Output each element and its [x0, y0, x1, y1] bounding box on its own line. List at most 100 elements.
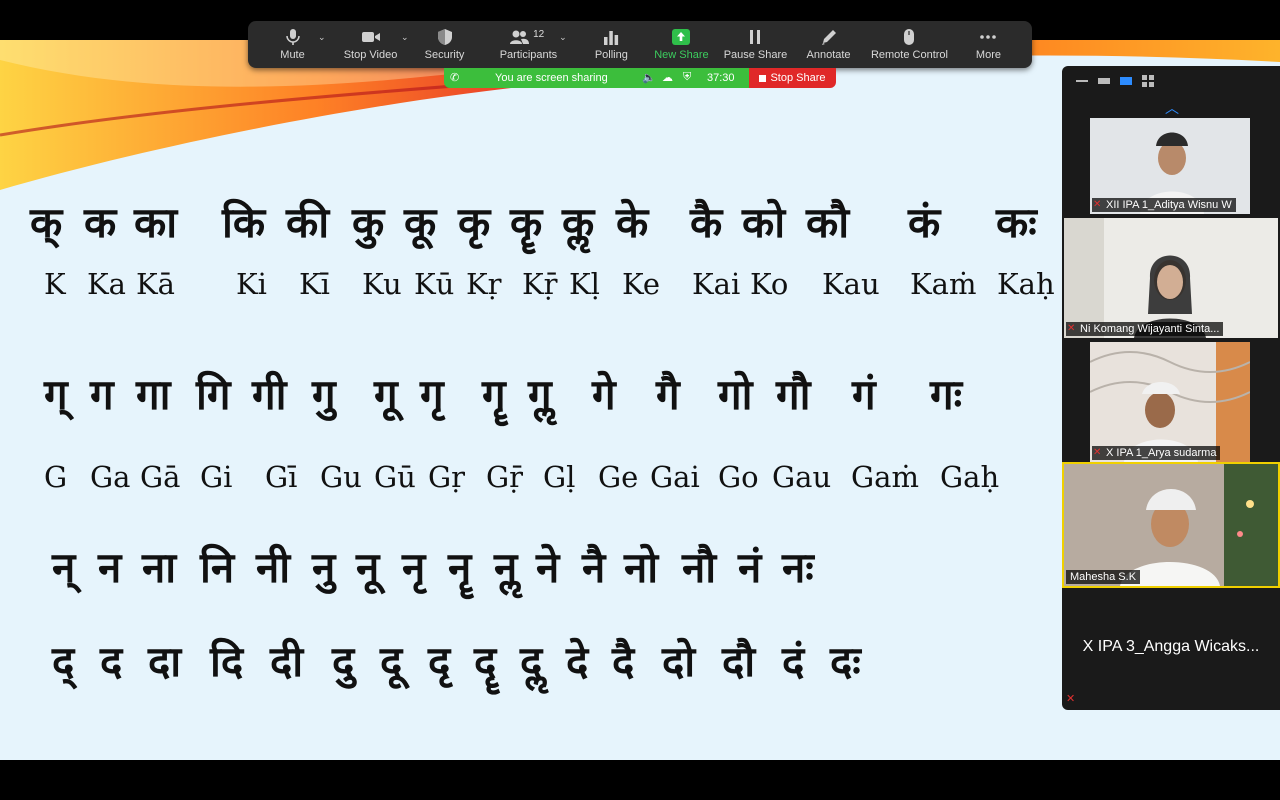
- transliteration: Ka: [87, 267, 126, 301]
- speaker-view-icon[interactable]: [1120, 77, 1132, 85]
- syllable: ग्: [44, 370, 68, 419]
- transliteration: Gṛ: [428, 460, 466, 494]
- syllable: कु: [352, 198, 385, 247]
- cloud-icon: ☁: [662, 72, 673, 84]
- participant-tile[interactable]: Ni Komang Wijayanti Sinta... ✕: [1064, 218, 1278, 338]
- participant-gallery-panel: ︿ XII IPA 1_Aditya Wisnu W ✕ Ni Komang W…: [1062, 66, 1280, 710]
- meeting-timer: 37:30: [707, 72, 735, 84]
- participant-tile-no-video[interactable]: X IPA 3_Angga Wicaks...: [1062, 587, 1280, 707]
- syllable: नी: [256, 543, 291, 592]
- row2-devanagari: ग् ग गा गि गी गु गू गृ गॄ गॢ गे गै गो गौ…: [0, 365, 1060, 425]
- syllable: गो: [718, 370, 753, 419]
- chevron-down-icon[interactable]: ⌄: [318, 32, 326, 43]
- pause-share-label: Pause Share: [723, 49, 788, 61]
- muted-mic-icon: ✕: [1093, 447, 1102, 458]
- syllable: नु: [312, 543, 336, 592]
- annotate-label: Annotate: [806, 49, 851, 61]
- participant-tile[interactable]: XII IPA 1_Aditya Wisnu W ✕: [1090, 118, 1250, 214]
- transliteration: Kṛ: [466, 267, 502, 301]
- transliteration: Gai: [650, 460, 700, 494]
- row3-devanagari: न् न ना नि नी नु नू नृ नॄ नॢ ने नै नो नौ…: [0, 538, 1060, 598]
- participants-icon: [510, 30, 530, 44]
- syllable: ना: [142, 543, 177, 592]
- participant-video: [1064, 464, 1278, 586]
- security-button[interactable]: Security: [412, 21, 477, 68]
- pause-share-button[interactable]: Pause Share: [720, 21, 791, 68]
- syllable: द्: [52, 637, 75, 686]
- transliteration: Kū: [414, 267, 455, 301]
- syllable: गॢ: [528, 370, 552, 419]
- mute-button[interactable]: Mute ⌄: [256, 21, 329, 68]
- screen-sharing-status-bar: ✆ You are screen sharing 🔈 ☁ ⛨ 37:30 Sto…: [444, 68, 836, 88]
- transliteration: Gi: [200, 460, 233, 494]
- syllable: ग: [90, 370, 114, 419]
- more-dots-icon: [980, 35, 997, 39]
- mouse-icon: [904, 29, 915, 45]
- syllable: गौ: [776, 370, 811, 419]
- stop-share-button[interactable]: Stop Share: [749, 68, 836, 88]
- stop-video-button[interactable]: Stop Video ⌄: [329, 21, 412, 68]
- transliteration: Kaḥ: [997, 267, 1055, 301]
- transliteration: K: [44, 267, 66, 301]
- phone-icon: ✆: [450, 72, 460, 84]
- annotate-button[interactable]: Annotate: [791, 21, 866, 68]
- syllable: गै: [656, 370, 680, 419]
- shield-icon: [437, 29, 452, 45]
- participant-tile[interactable]: X IPA 1_Arya sudarma ✕: [1090, 342, 1250, 462]
- participant-name: X IPA 1_Arya sudarma: [1092, 446, 1221, 460]
- participants-button[interactable]: 12 Participants ⌄: [477, 21, 580, 68]
- encryption-shield-icon: ⛨: [683, 71, 692, 83]
- syllable: ने: [536, 543, 560, 592]
- syllable: के: [616, 198, 649, 247]
- share-screen-icon: [672, 29, 691, 45]
- syllable: दी: [270, 637, 304, 686]
- polling-label: Polling: [594, 49, 628, 61]
- syllable: गि: [196, 370, 231, 419]
- participant-name: Mahesha S.K: [1066, 570, 1141, 584]
- syllable: दं: [782, 637, 805, 686]
- polling-button[interactable]: Polling: [580, 21, 643, 68]
- syllable: कि: [222, 198, 266, 247]
- remote-control-button[interactable]: Remote Control: [866, 21, 953, 68]
- syllable: कॄ: [510, 198, 543, 247]
- chevron-down-icon[interactable]: ⌄: [559, 32, 567, 43]
- transliteration: Go: [718, 460, 759, 494]
- syllable: गी: [252, 370, 287, 419]
- speaker-icon[interactable]: 🔈: [642, 71, 656, 84]
- participant-name: Ni Komang Wijayanti Sinta...: [1066, 322, 1224, 336]
- stop-video-label: Stop Video: [343, 49, 398, 61]
- participant-tile-active-speaker[interactable]: Mahesha S.K: [1062, 462, 1280, 588]
- transliteration: Kṝ: [522, 267, 558, 301]
- transliteration: Ke: [622, 267, 661, 301]
- more-button[interactable]: More: [953, 21, 1024, 68]
- sharing-indicator: ✆ You are screen sharing 🔈 ☁ ⛨ 37:30: [444, 68, 749, 88]
- gallery-view-options: [1062, 66, 1280, 96]
- syllable: दौ: [722, 637, 756, 686]
- chevron-up-icon[interactable]: ︿: [1165, 98, 1179, 118]
- syllable: गृ: [420, 370, 444, 419]
- minimize-view-icon[interactable]: [1076, 80, 1088, 82]
- bottom-black-bar: [0, 760, 1280, 800]
- more-label: More: [975, 49, 1001, 61]
- transliteration: Ge: [598, 460, 639, 494]
- syllable: दो: [662, 637, 696, 686]
- transliteration: Gī: [265, 460, 298, 494]
- meeting-toolbar: Mute ⌄ Stop Video ⌄ Security 12 Particip…: [248, 21, 1032, 68]
- gallery-grid-icon[interactable]: [1142, 75, 1154, 87]
- stop-share-label: Stop Share: [770, 72, 826, 84]
- syllable: गे: [592, 370, 616, 419]
- syllable: की: [286, 198, 330, 247]
- new-share-button[interactable]: New Share: [643, 21, 720, 68]
- syllable: कौ: [806, 198, 850, 247]
- syllable: दः: [830, 637, 861, 686]
- transliteration: Gu: [320, 460, 362, 494]
- chevron-down-icon[interactable]: ⌄: [401, 32, 409, 43]
- syllable: न: [98, 543, 122, 592]
- syllable: गू: [374, 370, 398, 419]
- row1-devanagari: क् क का कि की कु कू कृ कॄ कॢ के कै को कौ…: [0, 193, 1060, 253]
- syllable: दे: [566, 637, 589, 686]
- syllable: गु: [312, 370, 336, 419]
- syllable: नः: [782, 543, 814, 592]
- syllable: कृ: [458, 198, 491, 247]
- hide-video-icon[interactable]: [1098, 78, 1110, 84]
